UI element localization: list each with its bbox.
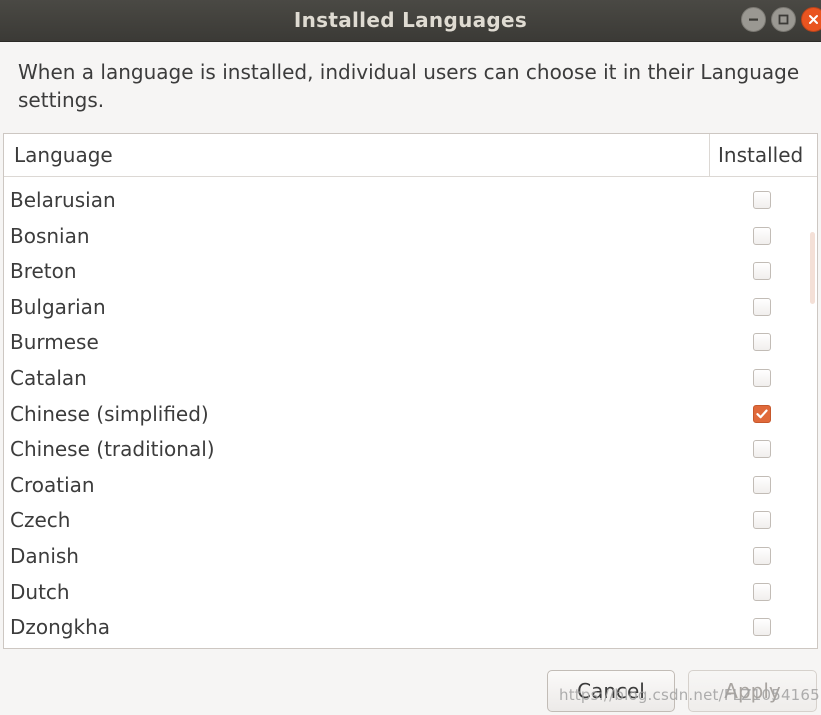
- language-label: Chinese (simplified): [10, 401, 209, 426]
- language-list[interactable]: Basque Belarusian Bosnian Breton Bulgarian B…: [4, 177, 817, 648]
- table-row[interactable]: Croatian: [4, 468, 817, 504]
- language-label: Belarusian: [10, 188, 116, 212]
- table-row[interactable]: Breton: [4, 254, 817, 290]
- language-label: Croatian: [10, 472, 95, 497]
- table-row[interactable]: Danish: [4, 539, 817, 575]
- title-bar[interactable]: Installed Languages: [0, 0, 821, 42]
- installed-checkbox[interactable]: [753, 440, 771, 459]
- installed-checkbox[interactable]: [753, 547, 771, 565]
- column-separator: [709, 134, 710, 176]
- language-label: Catalan: [10, 366, 87, 390]
- language-label: Bosnian: [10, 223, 90, 248]
- column-header-language[interactable]: Language: [14, 134, 113, 176]
- language-label: Burmese: [10, 330, 99, 355]
- language-label: Czech: [10, 508, 71, 533]
- table-row[interactable]: Czech: [4, 503, 817, 539]
- language-label: Bulgarian: [10, 294, 106, 319]
- table-row[interactable]: Chinese (simplified): [4, 397, 817, 433]
- table-row[interactable]: Bulgarian: [4, 290, 817, 326]
- installed-checkbox[interactable]: [753, 333, 771, 352]
- table-row[interactable]: Dzongkha: [4, 610, 817, 646]
- column-header-installed[interactable]: Installed: [718, 134, 803, 176]
- description-text: When a language is installed, individual…: [18, 60, 800, 112]
- maximize-icon: [778, 14, 789, 25]
- watermark-text: https://blog.csdn.net/FLZ1054165129: [559, 686, 821, 704]
- scrollbar[interactable]: [810, 232, 815, 304]
- table-row[interactable]: Dutch: [4, 575, 817, 611]
- language-label: Dutch: [10, 579, 70, 604]
- installed-checkbox[interactable]: [753, 262, 771, 281]
- table-row[interactable]: Belarusian: [4, 183, 817, 219]
- language-label: Danish: [10, 544, 79, 568]
- installed-checkbox[interactable]: [753, 191, 771, 209]
- table-row[interactable]: Bosnian: [4, 219, 817, 255]
- installed-checkbox[interactable]: [753, 618, 771, 637]
- maximize-button[interactable]: [771, 7, 796, 32]
- table-header: Language Installed: [4, 134, 817, 177]
- installed-checkbox[interactable]: [753, 511, 771, 530]
- installed-checkbox[interactable]: [753, 582, 771, 601]
- installed-checkbox[interactable]: [753, 369, 771, 387]
- language-table: Language Installed Basque Belarusian Bosn…: [3, 133, 818, 649]
- installed-checkbox[interactable]: [753, 404, 771, 423]
- table-row[interactable]: Chinese (traditional): [4, 432, 817, 468]
- window-title: Installed Languages: [293, 8, 528, 32]
- minimize-icon: [749, 18, 758, 21]
- installed-checkbox[interactable]: [753, 475, 771, 494]
- minimize-button[interactable]: [741, 7, 766, 32]
- table-row[interactable]: Burmese: [4, 325, 817, 361]
- table-row[interactable]: Catalan: [4, 361, 817, 397]
- partially-visible-row: Basque: [4, 177, 817, 181]
- language-label: Dzongkha: [10, 615, 111, 640]
- installed-checkbox[interactable]: [753, 297, 771, 316]
- close-button[interactable]: [801, 7, 821, 32]
- language-label: Breton: [10, 259, 77, 284]
- close-icon: [809, 15, 818, 24]
- installed-checkbox[interactable]: [753, 226, 771, 245]
- language-label: Chinese (traditional): [10, 437, 215, 462]
- checkmark-icon: [756, 409, 768, 418]
